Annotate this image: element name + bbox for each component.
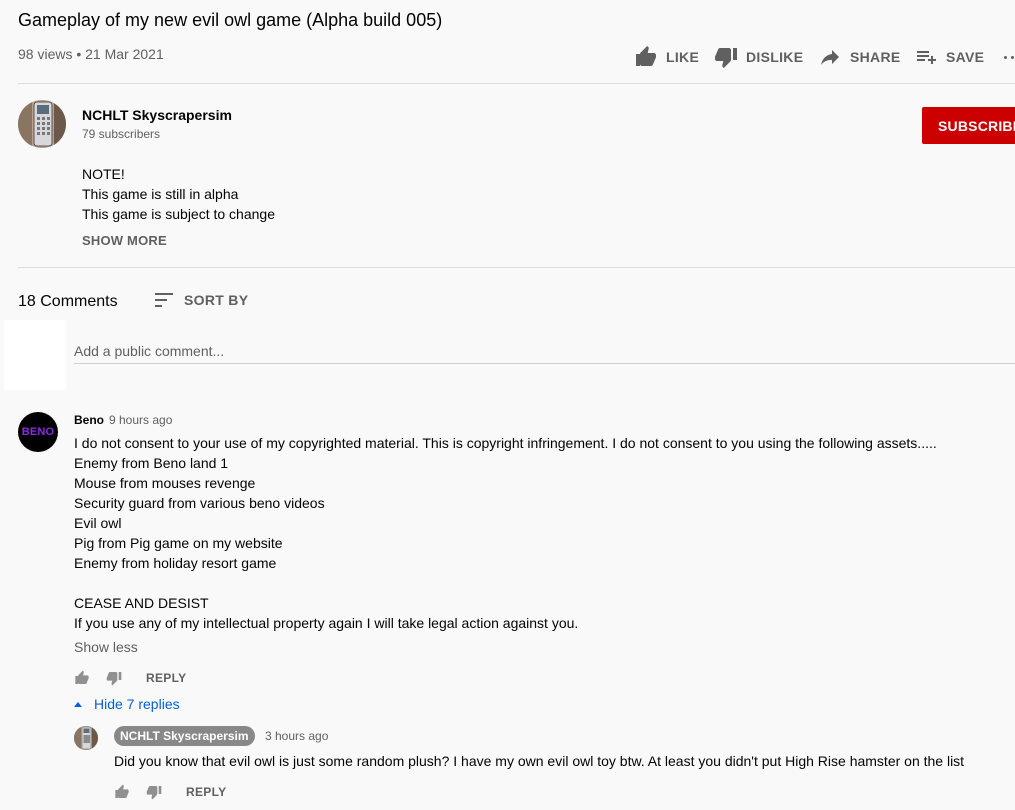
phone-photo-icon <box>74 726 98 750</box>
like-label: LIKE <box>666 49 700 65</box>
playlist-add-icon <box>917 51 936 64</box>
comment-time[interactable]: 9 hours ago <box>109 413 172 427</box>
channel-avatar[interactable] <box>18 100 66 148</box>
description-line: NOTE! <box>82 166 125 182</box>
thumbs-up-icon <box>75 670 89 684</box>
save-button[interactable]: SAVE <box>914 44 984 70</box>
comment-dislike-button[interactable] <box>106 670 122 686</box>
comment-line: Security guard from various beno videos <box>74 495 325 511</box>
thumbs-down-icon <box>106 672 122 686</box>
share-icon <box>821 50 839 65</box>
share-label: SHARE <box>850 49 901 65</box>
comment-line: I do not consent to your use of my copyr… <box>74 435 937 451</box>
sort-by-label: SORT BY <box>184 292 249 308</box>
add-comment-input[interactable] <box>74 338 1015 364</box>
save-label: SAVE <box>946 49 985 65</box>
dislike-label: DISLIKE <box>746 49 804 65</box>
divider <box>18 83 1015 84</box>
share-button[interactable]: SHARE <box>818 44 901 70</box>
owner-author-badge[interactable]: NCHLT Skyscrapersim <box>114 726 255 746</box>
comment-count: 18 Comments <box>18 293 118 310</box>
description-line: This game is subject to change <box>82 206 275 222</box>
comment-line: Evil owl <box>74 515 122 531</box>
sort-by-button[interactable]: SORT BY <box>154 290 248 310</box>
comment-line: CEASE AND DESIST <box>74 595 209 611</box>
comment-line: Enemy from Beno land 1 <box>74 455 229 471</box>
caret-up-icon <box>74 701 82 707</box>
avatar-logo-text: BENO <box>21 426 55 438</box>
comment-line <box>74 573 937 593</box>
subscriber-count: 79 subscribers <box>82 127 161 141</box>
comment-author[interactable]: Beno <box>74 413 104 427</box>
comment-header: Beno 9 hours ago <box>74 413 172 427</box>
commenter-avatar[interactable]: BENO <box>18 412 58 452</box>
thumbs-down-icon <box>146 786 162 800</box>
show-less-button[interactable]: Show less <box>74 639 138 655</box>
reply-like-button[interactable] <box>114 784 130 800</box>
like-button[interactable]: LIKE <box>634 44 699 70</box>
hide-replies-button[interactable]: Hide 7 replies <box>74 696 180 712</box>
comment-line: Mouse from mouses revenge <box>74 475 256 491</box>
more-actions-icon[interactable] <box>1004 56 1015 59</box>
hide-replies-label: Hide 7 replies <box>94 696 180 712</box>
subscribe-button[interactable]: SUBSCRIBE <box>922 107 1015 144</box>
channel-name[interactable]: NCHLT Skyscrapersim <box>82 107 232 123</box>
description-line: This game is still in alpha <box>82 186 239 202</box>
comment-like-button[interactable] <box>74 670 90 686</box>
video-meta: 98 views • 21 Mar 2021 <box>18 46 164 62</box>
comment-text: I do not consent to your use of my copyr… <box>74 433 937 633</box>
reply-button[interactable]: REPLY <box>146 671 186 685</box>
reply-time[interactable]: 3 hours ago <box>265 729 328 743</box>
sort-icon <box>155 293 173 307</box>
reply-reply-button[interactable]: REPLY <box>186 785 226 799</box>
show-more-button[interactable]: SHOW MORE <box>82 233 167 248</box>
thumbs-down-icon <box>715 48 737 68</box>
reply-dislike-button[interactable] <box>146 784 162 800</box>
video-title: Gameplay of my new evil owl game (Alpha … <box>18 10 443 30</box>
reply-text: Did you know that evil owl is just some … <box>114 753 965 769</box>
thumbs-up-icon <box>636 46 656 66</box>
reply-avatar[interactable] <box>74 726 98 750</box>
comment-line: Enemy from holiday resort game <box>74 555 277 571</box>
thumbs-up-icon <box>115 784 129 798</box>
divider <box>18 267 1015 268</box>
comment-line: Pig from Pig game on my website <box>74 535 283 551</box>
phone-photo-icon <box>18 100 66 148</box>
comment-line: If you use any of my intellectual proper… <box>74 615 579 631</box>
dislike-button[interactable]: DISLIKE <box>714 44 803 70</box>
video-description: NOTE! This game is still in alpha This g… <box>82 164 275 224</box>
current-user-avatar <box>4 320 66 390</box>
